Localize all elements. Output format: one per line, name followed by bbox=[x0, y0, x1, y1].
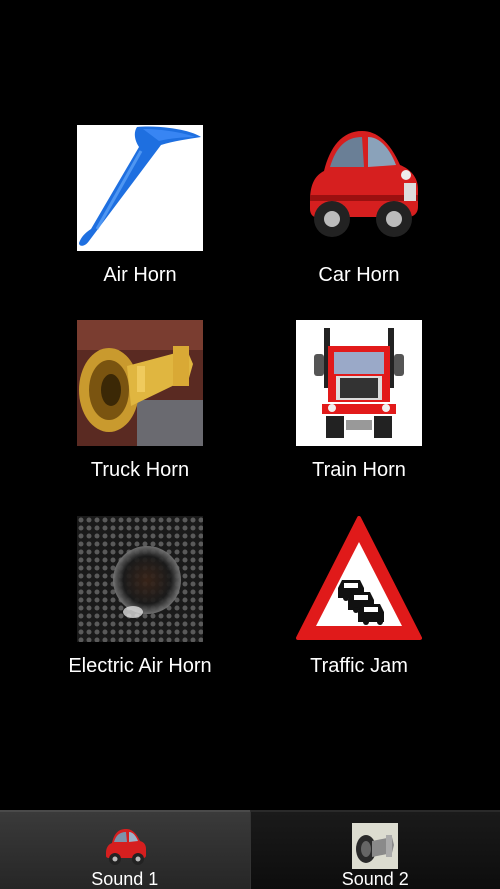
red-car-icon bbox=[102, 823, 148, 869]
tab-label: Sound 1 bbox=[91, 869, 159, 889]
sound-tile-air-horn[interactable]: Air Horn bbox=[31, 125, 249, 295]
sound-label: Truck Horn bbox=[90, 459, 190, 481]
sound-tile-traffic-jam[interactable]: Traffic Jam bbox=[250, 516, 468, 686]
horn-icon bbox=[352, 823, 399, 869]
brass-truck-horn-icon[interactable] bbox=[77, 320, 203, 446]
sound-tile-train-horn[interactable]: Train Horn bbox=[250, 320, 468, 490]
sound-label: Air Horn bbox=[103, 264, 177, 286]
tab-label: Sound 2 bbox=[341, 869, 409, 889]
red-car-icon[interactable] bbox=[296, 125, 422, 251]
truck-front-icon[interactable] bbox=[296, 320, 422, 446]
sound-grid: Air Horn Car Horn Truck Horn Train Horn … bbox=[0, 0, 500, 810]
sound-tile-truck-horn[interactable]: Truck Horn bbox=[31, 320, 249, 490]
sound-tile-car-horn[interactable]: Car Horn bbox=[250, 125, 468, 295]
speaker-grille-icon[interactable] bbox=[77, 516, 203, 642]
sound-label: Traffic Jam bbox=[310, 655, 408, 677]
bottom-tab-bar: Sound 1 Sound 2 bbox=[0, 810, 500, 889]
sound-tile-electric-air-horn[interactable]: Electric Air Horn bbox=[31, 516, 249, 686]
tab-sound-1[interactable]: Sound 1 bbox=[0, 810, 250, 889]
sound-label: Train Horn bbox=[312, 459, 406, 481]
sound-label: Electric Air Horn bbox=[68, 655, 212, 677]
tab-sound-2[interactable]: Sound 2 bbox=[249, 810, 500, 889]
air-horn-icon[interactable] bbox=[77, 125, 203, 251]
traffic-jam-sign-icon[interactable] bbox=[296, 516, 422, 642]
sound-label: Car Horn bbox=[318, 264, 400, 286]
